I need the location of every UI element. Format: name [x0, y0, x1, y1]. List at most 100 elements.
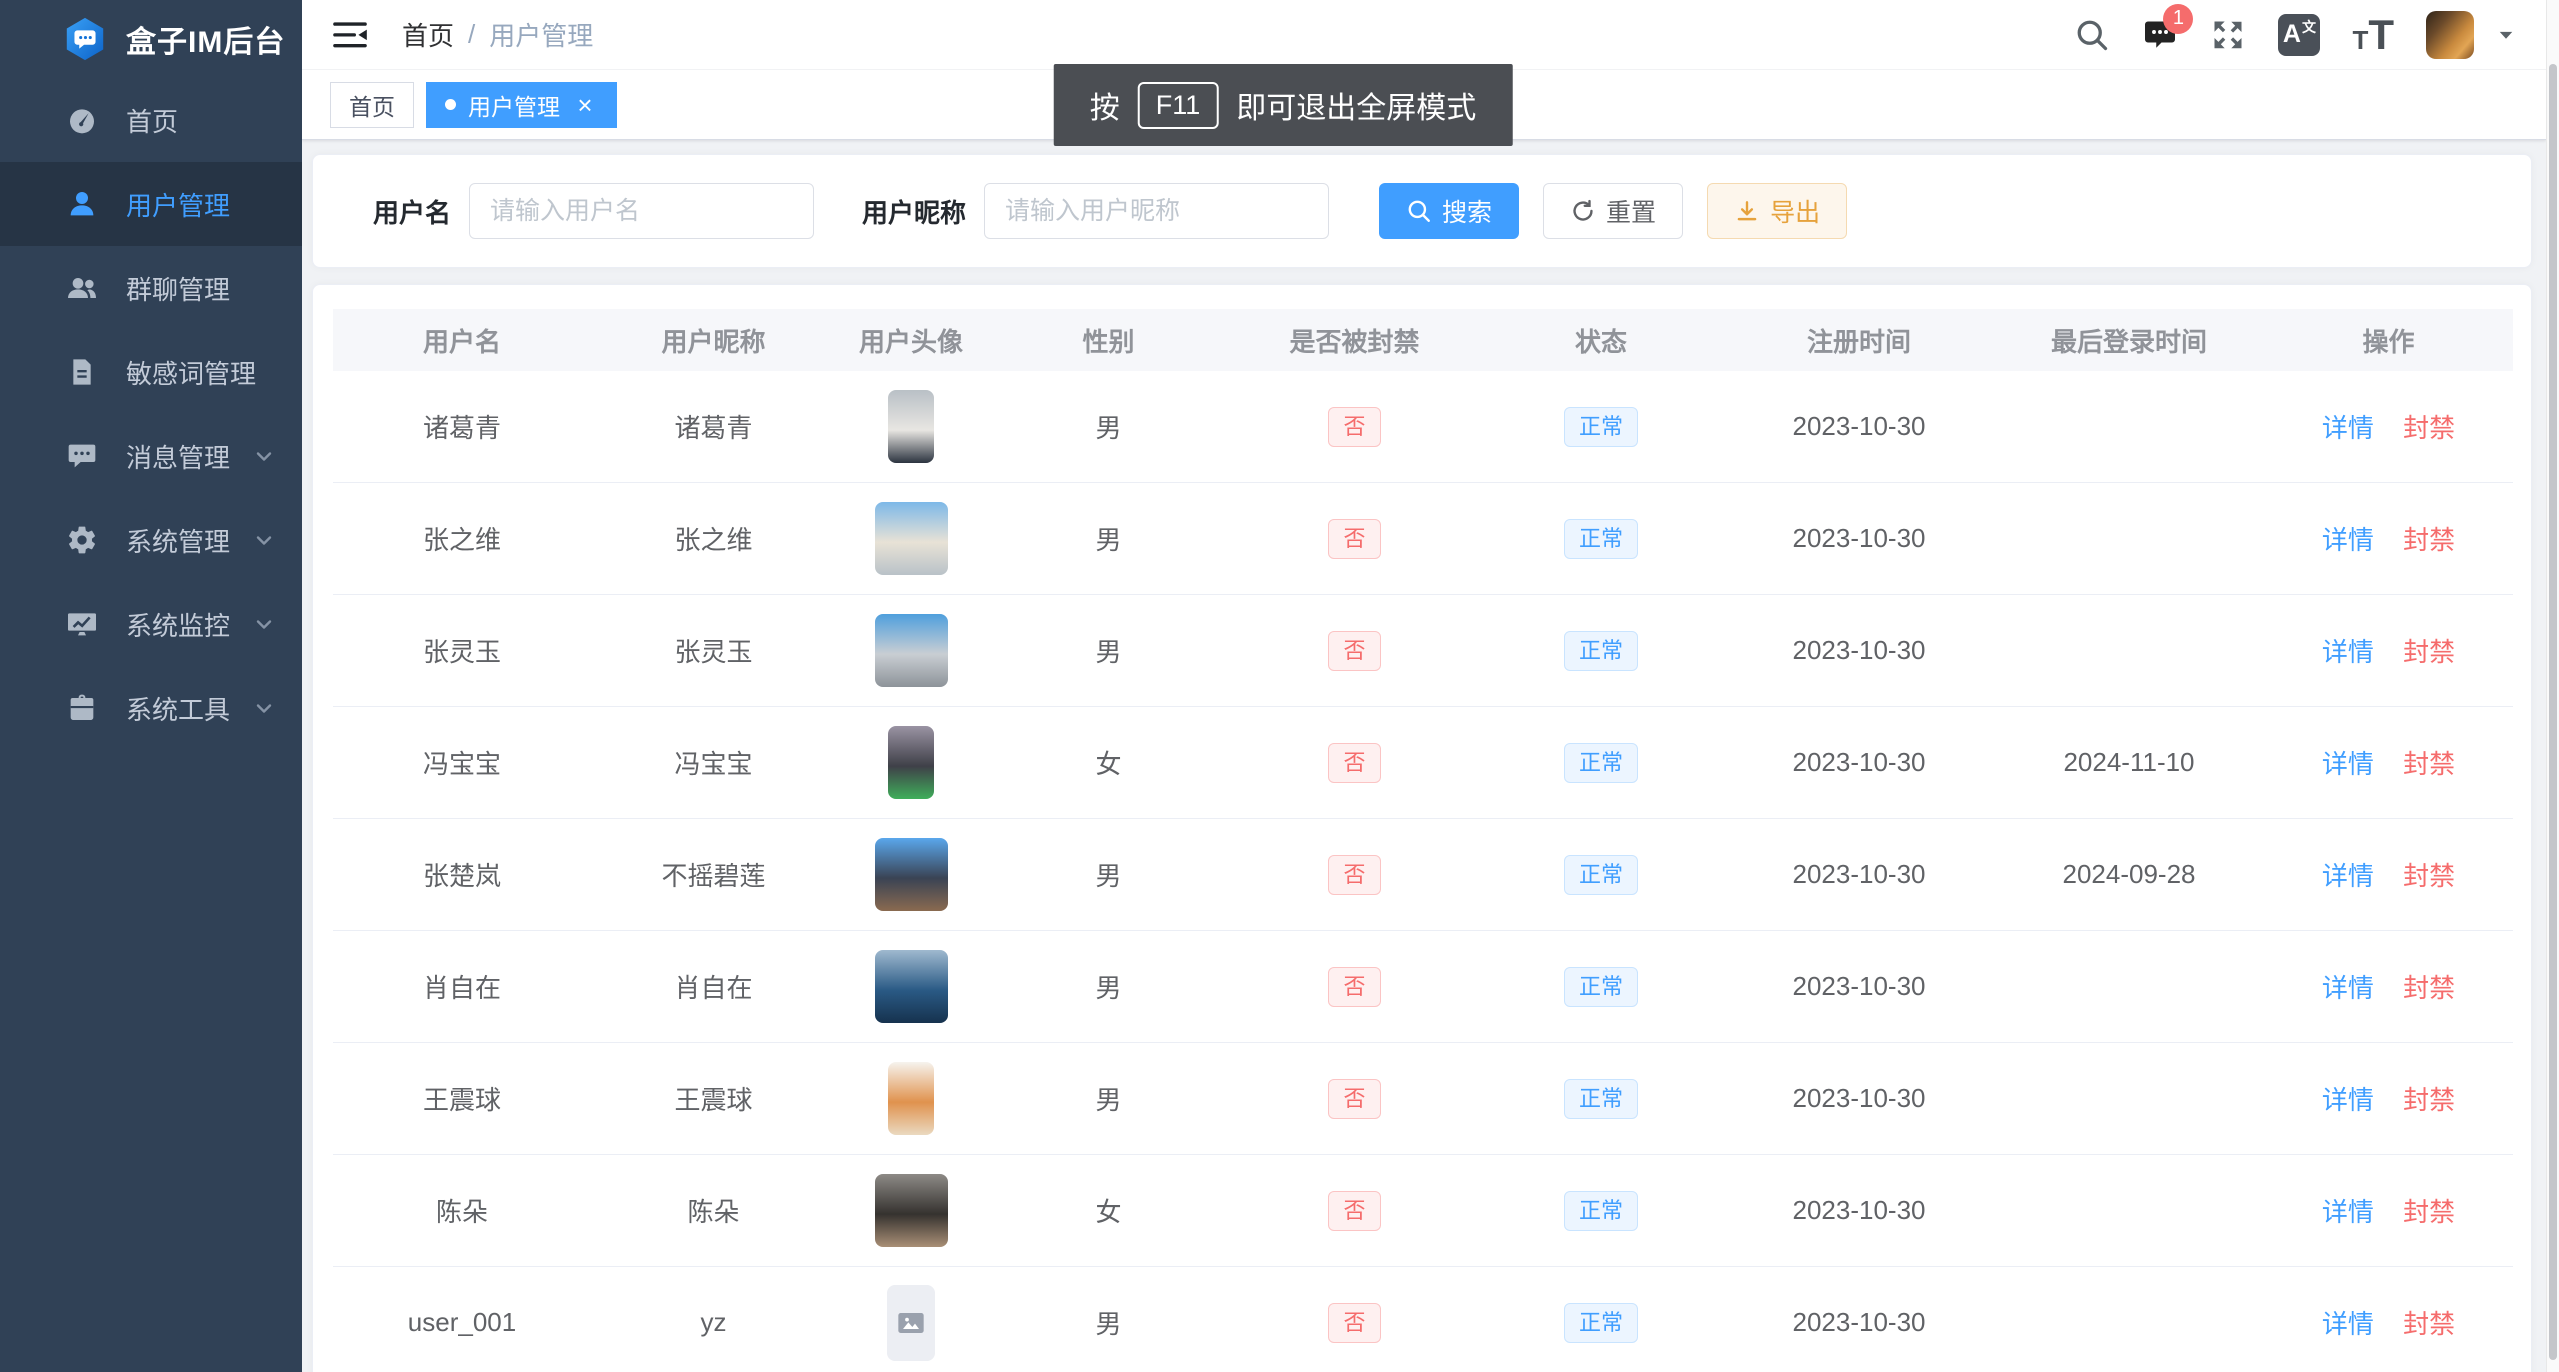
status-badge: 正常	[1564, 743, 1638, 783]
cell-registered: 2023-10-30	[1724, 371, 1994, 483]
banned-badge: 否	[1328, 519, 1380, 559]
column-header: 操作	[2264, 309, 2513, 371]
cell-avatar	[836, 595, 986, 707]
cell-banned: 否	[1231, 1267, 1478, 1372]
detail-link[interactable]: 详情	[2322, 637, 2374, 667]
ban-link[interactable]: 封禁	[2403, 1085, 2455, 1115]
detail-link[interactable]: 详情	[2322, 1197, 2374, 1227]
cell-avatar	[836, 1043, 986, 1155]
nickname-input[interactable]	[984, 183, 1329, 239]
user-table-card: 用户名用户昵称用户头像性别是否被封禁状态注册时间最后登录时间操作 诸葛青 诸葛青…	[312, 284, 2532, 1372]
close-icon[interactable]: ×	[572, 92, 598, 118]
ban-link[interactable]: 封禁	[2403, 525, 2455, 555]
cell-banned: 否	[1231, 483, 1478, 595]
breadcrumb-home[interactable]: 首页	[402, 16, 454, 53]
avatar-placeholder-icon[interactable]	[887, 1285, 935, 1361]
ban-link[interactable]: 封禁	[2403, 413, 2455, 443]
chevron-down-icon	[252, 444, 276, 468]
ban-link[interactable]: 封禁	[2403, 1197, 2455, 1227]
font-size-icon[interactable]: TT	[2352, 14, 2394, 56]
caret-down-icon[interactable]	[2496, 25, 2516, 45]
banned-badge: 否	[1328, 967, 1380, 1007]
messages-button[interactable]: 1	[2142, 17, 2178, 53]
detail-link[interactable]: 详情	[2322, 1309, 2374, 1339]
top-navbar: 首页 / 用户管理 1 A文 TT	[302, 0, 2546, 70]
cell-last-login	[1994, 1267, 2264, 1372]
sidebar-item-message-management[interactable]: 消息管理	[0, 414, 302, 498]
ban-link[interactable]: 封禁	[2403, 637, 2455, 667]
ban-link[interactable]: 封禁	[2403, 861, 2455, 891]
app-logo-icon	[62, 16, 108, 62]
tab-user-management[interactable]: 用户管理 ×	[426, 82, 617, 128]
cell-nickname: 冯宝宝	[591, 707, 836, 819]
export-button[interactable]: 导出	[1707, 183, 1847, 239]
cell-nickname: yz	[591, 1267, 836, 1372]
cell-nickname: 王震球	[591, 1043, 836, 1155]
username-label: 用户名	[373, 193, 451, 230]
cell-registered: 2023-10-30	[1724, 819, 1994, 931]
detail-link[interactable]: 详情	[2322, 973, 2374, 1003]
cell-actions: 详情 封禁	[2264, 1155, 2513, 1267]
sidebar-fold-icon[interactable]	[332, 19, 368, 51]
sidebar-item-sensitive-words[interactable]: 敏感词管理	[0, 330, 302, 414]
detail-link[interactable]: 详情	[2322, 413, 2374, 443]
app-logo[interactable]: 盒子IM后台	[0, 0, 302, 78]
banned-badge: 否	[1328, 407, 1380, 447]
cell-username: 冯宝宝	[333, 707, 591, 819]
search-button[interactable]: 搜索	[1379, 183, 1519, 239]
tab-home[interactable]: 首页	[330, 82, 414, 128]
cell-banned: 否	[1231, 707, 1478, 819]
table-row: 张之维 张之维 男 否 正常 2023-10-30 详情 封禁	[333, 483, 2513, 595]
sidebar: 盒子IM后台 首页 用户管理 群聊管理 敏感词管理 消息管理 系统管理 系统监控	[0, 0, 302, 1372]
cell-banned: 否	[1231, 819, 1478, 931]
sidebar-item-system-monitor[interactable]: 系统监控	[0, 582, 302, 666]
cell-status: 正常	[1478, 1043, 1724, 1155]
search-icon[interactable]	[2074, 17, 2110, 53]
sidebar-item-user-management[interactable]: 用户管理	[0, 162, 302, 246]
cell-avatar	[836, 707, 986, 819]
user-avatar-image[interactable]	[888, 390, 934, 463]
ban-link[interactable]: 封禁	[2403, 1309, 2455, 1339]
avatar[interactable]	[2426, 11, 2474, 59]
cell-username: 肖自在	[333, 931, 591, 1043]
cell-status: 正常	[1478, 483, 1724, 595]
cell-username: 陈朵	[333, 1155, 591, 1267]
download-icon	[1734, 198, 1760, 224]
sidebar-item-label: 首页	[126, 102, 178, 139]
cell-banned: 否	[1231, 595, 1478, 707]
user-avatar-image[interactable]	[888, 1062, 934, 1135]
user-avatar-image[interactable]	[888, 726, 934, 799]
user-avatar-image[interactable]	[875, 950, 948, 1023]
detail-link[interactable]: 详情	[2322, 861, 2374, 891]
sidebar-item-home[interactable]: 首页	[0, 78, 302, 162]
cell-registered: 2023-10-30	[1724, 931, 1994, 1043]
cell-gender: 男	[986, 1267, 1231, 1372]
user-avatar-image[interactable]	[875, 1174, 948, 1247]
ban-link[interactable]: 封禁	[2403, 749, 2455, 779]
cell-last-login	[1994, 483, 2264, 595]
fullscreen-icon[interactable]	[2210, 17, 2246, 53]
scrollbar-thumb[interactable]	[2549, 64, 2557, 1360]
main-content: 用户名 用户昵称 搜索 重置 导出 用户名用户昵称用户头像性别是否被封禁状态注册…	[302, 140, 2546, 1372]
translate-icon[interactable]: A文	[2278, 14, 2320, 56]
detail-link[interactable]: 详情	[2322, 1085, 2374, 1115]
cell-registered: 2023-10-30	[1724, 483, 1994, 595]
user-avatar-image[interactable]	[875, 838, 948, 911]
user-avatar-image[interactable]	[875, 614, 948, 687]
sidebar-item-group-management[interactable]: 群聊管理	[0, 246, 302, 330]
scrollbar[interactable]	[2546, 0, 2559, 1372]
sidebar-item-label: 群聊管理	[126, 270, 230, 307]
sidebar-item-system-tools[interactable]: 系统工具	[0, 666, 302, 750]
chevron-down-icon	[252, 696, 276, 720]
user-avatar-image[interactable]	[875, 502, 948, 575]
sidebar-item-system-management[interactable]: 系统管理	[0, 498, 302, 582]
reset-button[interactable]: 重置	[1543, 183, 1683, 239]
username-input[interactable]	[469, 183, 814, 239]
detail-link[interactable]: 详情	[2322, 749, 2374, 779]
cell-username: 张灵玉	[333, 595, 591, 707]
status-badge: 正常	[1564, 967, 1638, 1007]
sidebar-item-label: 系统管理	[126, 522, 230, 559]
group-icon	[66, 272, 98, 304]
detail-link[interactable]: 详情	[2322, 525, 2374, 555]
ban-link[interactable]: 封禁	[2403, 973, 2455, 1003]
